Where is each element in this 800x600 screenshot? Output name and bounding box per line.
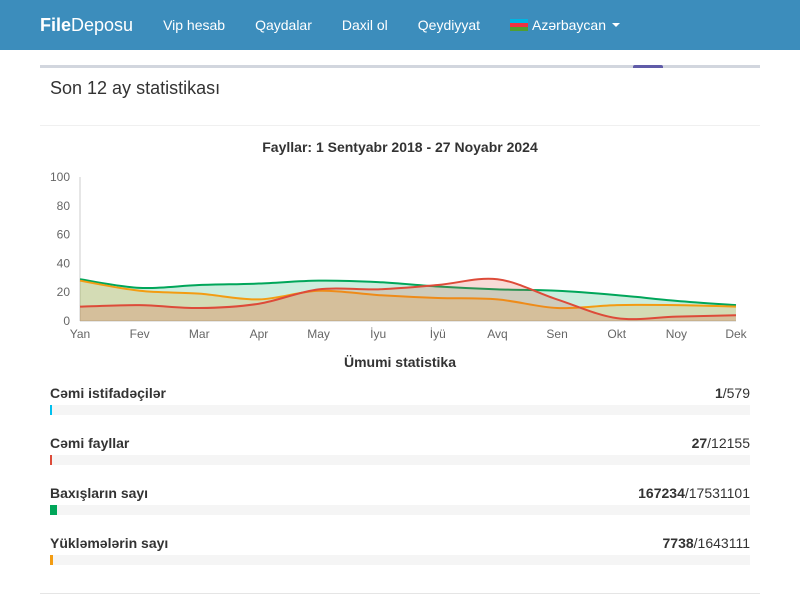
main-nav: Vip hesab Qaydalar Daxil ol Qeydiyyat Az… bbox=[148, 17, 635, 33]
stat-value: 27/12155 bbox=[691, 435, 750, 451]
y-tick-label: 60 bbox=[57, 228, 71, 242]
progress-bar bbox=[50, 555, 750, 565]
progress-fill bbox=[50, 555, 54, 565]
nav-daxil-ol[interactable]: Daxil ol bbox=[327, 17, 403, 33]
progress-fill bbox=[50, 505, 57, 515]
stat-value: 1/579 bbox=[714, 385, 750, 401]
progress-bar bbox=[50, 505, 750, 515]
nav-vip-hesab[interactable]: Vip hesab bbox=[148, 17, 240, 33]
x-tick-label: Sen bbox=[546, 327, 567, 341]
x-tick-label: Yan bbox=[70, 327, 90, 341]
brand-rest: Deposu bbox=[71, 14, 134, 35]
stats-title: Ümumi statistika bbox=[343, 354, 457, 370]
x-tick-label: Apr bbox=[250, 327, 269, 341]
progress-bar bbox=[50, 405, 750, 415]
nav-qaydalar[interactable]: Qaydalar bbox=[240, 17, 327, 33]
chevron-down-icon bbox=[611, 23, 620, 27]
x-tick-label: Noy bbox=[666, 327, 687, 341]
y-tick-label: 0 bbox=[63, 314, 70, 328]
y-tick-label: 100 bbox=[50, 170, 70, 184]
x-tick-label: Okt bbox=[607, 327, 626, 341]
stat-label: Cəmi istifadəçilər bbox=[50, 385, 166, 401]
progress-fill bbox=[50, 455, 53, 465]
azerbaijan-flag-icon bbox=[510, 19, 529, 31]
x-tick-label: Dek bbox=[725, 327, 747, 341]
y-tick-label: 40 bbox=[57, 256, 71, 270]
brand-logo[interactable]: File Deposu bbox=[40, 15, 133, 36]
stat-label: Baxışların sayı bbox=[50, 485, 149, 501]
x-tick-label: May bbox=[307, 327, 330, 341]
stat-label: Yükləmələrin sayı bbox=[50, 535, 169, 551]
brand-bold: File bbox=[40, 14, 72, 35]
area-chart: 0 20 40 60 80 100 Yan Fev Mar Apr May İyu İyü Avq Sen O… bbox=[50, 170, 748, 341]
stat-value: 167234/17531101 bbox=[638, 485, 750, 501]
language-label: Azərbaycan bbox=[532, 17, 606, 33]
nav-qeydiyyat[interactable]: Qeydiyyat bbox=[403, 17, 495, 33]
x-tick-label: İyü bbox=[430, 327, 446, 341]
top-navbar: File Deposu Vip hesab Qaydalar Daxil ol Q… bbox=[0, 0, 800, 50]
x-tick-label: Mar bbox=[189, 327, 210, 341]
progress-fill bbox=[50, 405, 53, 415]
stat-value: 7738/1643111 bbox=[662, 535, 750, 551]
y-tick-label: 20 bbox=[57, 285, 71, 299]
chart-title: Fayllar: 1 Sentyabr 2018 - 27 Noyabr 202… bbox=[262, 139, 538, 155]
x-tick-label: Avq bbox=[487, 327, 507, 341]
panel-divider bbox=[40, 125, 760, 126]
progress-bar bbox=[50, 455, 750, 465]
y-tick-label: 80 bbox=[57, 199, 71, 213]
x-tick-label: Fev bbox=[130, 327, 150, 341]
panel-tab-indicator bbox=[633, 65, 663, 68]
panel-title: Son 12 ay statistikası bbox=[50, 78, 221, 98]
x-tick-label: İyu bbox=[370, 327, 386, 341]
language-dropdown[interactable]: Azərbaycan bbox=[495, 17, 635, 33]
stat-label: Cəmi fayllar bbox=[50, 435, 130, 451]
